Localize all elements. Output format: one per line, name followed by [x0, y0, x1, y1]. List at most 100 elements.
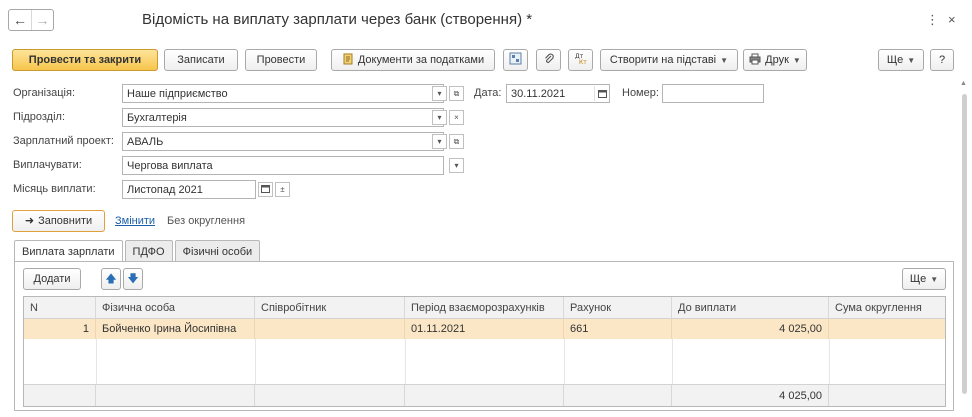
- forward-button[interactable]: →: [31, 10, 53, 30]
- footer-cell: [405, 385, 564, 406]
- print-button[interactable]: Друк ▼: [743, 49, 807, 71]
- post-button[interactable]: Провести: [245, 49, 317, 71]
- column-divider: [564, 339, 565, 384]
- column-divider: [829, 339, 830, 384]
- col-person[interactable]: Фізична особа: [96, 297, 255, 319]
- rounding-text: Без округлення: [167, 215, 246, 227]
- move-up-button[interactable]: 🡅: [101, 268, 121, 290]
- column-divider: [255, 339, 256, 384]
- move-down-button[interactable]: 🡇: [123, 268, 143, 290]
- open-link-icon: ⧉: [453, 136, 460, 146]
- col-employee[interactable]: Співробітник: [255, 297, 405, 319]
- dt-kt-button[interactable]: Дт Кт: [568, 49, 593, 71]
- help-label: ?: [938, 54, 946, 66]
- back-button[interactable]: ←: [9, 10, 31, 30]
- tab-individuals[interactable]: Фізичні особи: [174, 240, 261, 262]
- pay-month-value: Листопад 2021: [127, 183, 203, 196]
- create-based-on-button[interactable]: Створити на підставі ▼: [600, 49, 738, 71]
- fill-button[interactable]: ➜ Заповнити: [12, 210, 105, 232]
- tax-documents-button[interactable]: Документи за податками: [331, 49, 495, 71]
- structure-icon: [509, 52, 522, 68]
- save-button[interactable]: Записати: [164, 49, 238, 71]
- salary-project-open-button[interactable]: ⧉: [449, 134, 464, 149]
- column-divider: [405, 339, 406, 384]
- document-icon: [342, 53, 354, 68]
- date-field[interactable]: 30.11.2021: [506, 84, 610, 103]
- structure-button[interactable]: [503, 49, 528, 71]
- add-row-label: Додати: [33, 273, 71, 285]
- chevron-down-icon: ▾: [437, 113, 442, 122]
- organization-label: Організація:: [13, 87, 75, 99]
- table-footer: 4 025,00: [24, 384, 945, 406]
- help-button[interactable]: ?: [930, 49, 954, 71]
- open-link-icon: ⧉: [453, 88, 460, 98]
- organization-dropdown-button[interactable]: ▾: [432, 86, 447, 101]
- dropdown-caret-icon: ▼: [792, 55, 801, 65]
- scrollbar-thumb[interactable]: [962, 94, 967, 394]
- calendar-icon[interactable]: [594, 86, 609, 101]
- organization-open-button[interactable]: ⧉: [449, 86, 464, 101]
- close-icon[interactable]: ×: [948, 12, 956, 27]
- footer-cell: [24, 385, 96, 406]
- table-row[interactable]: 1 Бойченко Ірина Йосипівна 01.11.2021 66…: [24, 319, 945, 339]
- pay-month-label: Місяць виплати:: [13, 183, 96, 195]
- salary-project-dropdown-button[interactable]: ▾: [432, 134, 447, 149]
- pay-type-field[interactable]: Чергова виплата: [122, 156, 444, 175]
- department-clear-button[interactable]: ×: [449, 110, 464, 125]
- tax-documents-label: Документи за податками: [357, 54, 485, 66]
- chevron-down-icon: ▾: [437, 137, 442, 146]
- add-row-button[interactable]: Додати: [23, 268, 81, 290]
- cell-person: Бойченко Ірина Йосипівна: [96, 319, 255, 339]
- col-n[interactable]: N: [24, 297, 96, 319]
- tab-salary-payment[interactable]: Виплата зарплати: [14, 240, 123, 263]
- pay-type-dropdown-button[interactable]: ▾: [449, 158, 464, 173]
- scroll-up-icon[interactable]: ▲: [960, 80, 967, 87]
- nav-group: ← →: [8, 9, 54, 31]
- pay-month-calendar-button[interactable]: [258, 182, 273, 197]
- pay-month-field[interactable]: Листопад 2021: [122, 180, 256, 199]
- change-rounding-link[interactable]: Змінити: [115, 215, 155, 227]
- column-divider: [672, 339, 673, 384]
- col-rounding[interactable]: Сума округлення: [829, 297, 945, 319]
- chevron-down-icon: ▾: [454, 161, 459, 170]
- table-header: N Фізична особа Співробітник Період взає…: [24, 297, 945, 319]
- col-amount[interactable]: До виплати: [672, 297, 829, 319]
- paperclip-icon: [543, 53, 555, 68]
- attach-button[interactable]: [536, 49, 561, 71]
- department-label: Підрозділ:: [13, 111, 66, 123]
- cell-amount: 4 025,00: [672, 319, 829, 339]
- salary-project-label: Зарплатний проект:: [13, 135, 114, 147]
- footer-cell: [564, 385, 672, 406]
- more-button[interactable]: Ще ▼: [878, 49, 924, 71]
- organization-field[interactable]: Наше підприємство: [122, 84, 444, 103]
- forward-arrow-icon: →: [35, 12, 50, 28]
- table-more-button[interactable]: Ще ▼: [902, 268, 946, 290]
- vertical-scrollbar[interactable]: ▲: [959, 80, 969, 410]
- printer-icon: [749, 53, 761, 68]
- number-field[interactable]: [662, 84, 764, 103]
- post-and-close-button[interactable]: Провести та закрити: [12, 49, 158, 71]
- col-period[interactable]: Період взаєморозрахунків: [405, 297, 564, 319]
- document-window: ← → Відомість на виплату зарплати через …: [0, 0, 972, 417]
- print-label: Друк: [765, 54, 789, 66]
- department-dropdown-button[interactable]: ▾: [432, 110, 447, 125]
- date-value: 30.11.2021: [511, 87, 566, 100]
- pay-month-stepper[interactable]: ±: [275, 182, 290, 197]
- date-label: Дата:: [474, 87, 502, 99]
- stepper-icon: ±: [280, 185, 285, 194]
- column-divider: [96, 339, 97, 384]
- title-bar: ← → Відомість на виплату зарплати через …: [0, 0, 972, 40]
- svg-text:Кт: Кт: [579, 59, 587, 65]
- salary-project-field[interactable]: АВАЛЬ: [122, 132, 444, 151]
- arrow-up-icon: 🡅: [105, 272, 117, 285]
- more-vertical-icon[interactable]: ⋮: [926, 12, 939, 28]
- footer-total-amount: 4 025,00: [672, 385, 829, 406]
- pay-type-label: Виплачувати:: [13, 159, 82, 171]
- chevron-down-icon: ▾: [437, 89, 442, 98]
- tab-pdfo[interactable]: ПДФО: [124, 240, 173, 262]
- department-field[interactable]: Бухгалтерія: [122, 108, 444, 127]
- footer-cell: [829, 385, 945, 406]
- more-label: Ще: [886, 54, 904, 66]
- save-label: Записати: [177, 54, 225, 66]
- col-account[interactable]: Рахунок: [564, 297, 672, 319]
